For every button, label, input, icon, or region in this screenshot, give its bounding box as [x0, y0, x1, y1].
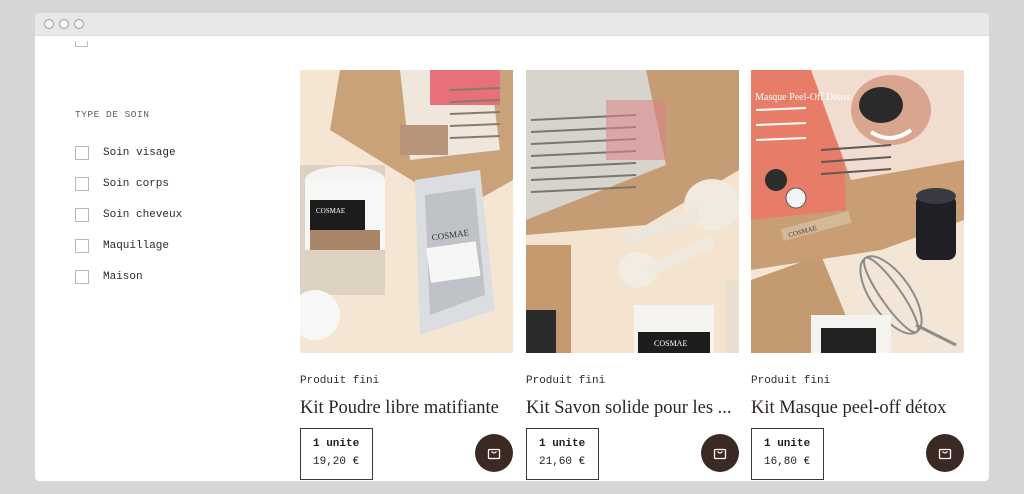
- close-window-icon[interactable]: [44, 19, 54, 29]
- quantity-price-selector[interactable]: 1 unite 19,20 €: [300, 428, 373, 480]
- filter-item-soin-visage[interactable]: Soin visage: [75, 137, 182, 168]
- filter-item-maquillage[interactable]: Maquillage: [75, 230, 182, 261]
- product-name[interactable]: Kit Masque peel-off détox: [751, 398, 964, 419]
- quantity-label: 1 unite: [313, 438, 360, 450]
- checkbox[interactable]: [75, 269, 89, 284]
- add-to-cart-button[interactable]: [475, 434, 513, 472]
- product-category: Produit fini: [751, 375, 831, 387]
- page-content: TYPE DE SOIN Soin visage Soin corps Soin…: [35, 36, 989, 481]
- minimize-window-icon[interactable]: [59, 19, 69, 29]
- previous-filter-checkbox-partial[interactable]: [75, 41, 88, 47]
- shopping-bag-icon: [938, 448, 952, 460]
- shopping-bag-icon: [713, 448, 727, 460]
- checkbox[interactable]: [75, 207, 89, 222]
- price: 19,20 €: [313, 456, 360, 468]
- product-category: Produit fini: [526, 375, 606, 387]
- kit-masque-detox-photo[interactable]: Masque Peel-Off Détox COSMAE: [751, 70, 964, 353]
- quantity-label: 1 unite: [764, 438, 811, 450]
- kit2-jar-label: COSMAE: [654, 339, 687, 348]
- checkbox[interactable]: [75, 238, 89, 253]
- browser-window: TYPE DE SOIN Soin visage Soin corps Soin…: [35, 13, 989, 481]
- filter-item-soin-cheveux[interactable]: Soin cheveux: [75, 199, 182, 230]
- quantity-label: 1 unite: [539, 438, 586, 450]
- kit-poudre-libre-photo[interactable]: COSMAE COSMAE: [300, 70, 513, 353]
- checkbox[interactable]: [75, 145, 89, 160]
- kit-savon-solide-photo[interactable]: COSMAE: [526, 70, 739, 353]
- product-name[interactable]: Kit Poudre libre matifiante: [300, 398, 513, 419]
- filter-item-maison[interactable]: Maison: [75, 261, 182, 292]
- checkbox[interactable]: [75, 176, 89, 191]
- product-name[interactable]: Kit Savon solide pour les ...: [526, 398, 739, 419]
- title-bar: [35, 13, 989, 36]
- filter-list: Soin visage Soin corps Soin cheveux Maqu…: [75, 137, 182, 292]
- product-card[interactable]: Masque Peel-Off Détox COSMAE Produit fin…: [751, 70, 964, 481]
- add-to-cart-button[interactable]: [926, 434, 964, 472]
- filter-sidebar: TYPE DE SOIN Soin visage Soin corps Soin…: [75, 36, 275, 481]
- price: 21,60 €: [539, 456, 586, 468]
- shopping-bag-icon: [487, 448, 501, 460]
- kit3-box-title: Masque Peel-Off Détox: [755, 92, 850, 103]
- kit1-jar-label: COSMAE: [316, 207, 345, 215]
- quantity-price-selector[interactable]: 1 unite 16,80 €: [751, 428, 824, 480]
- filter-label[interactable]: Soin cheveux: [103, 209, 182, 221]
- add-to-cart-button[interactable]: [701, 434, 739, 472]
- quantity-price-selector[interactable]: 1 unite 21,60 €: [526, 428, 599, 480]
- filter-item-soin-corps[interactable]: Soin corps: [75, 168, 182, 199]
- product-card[interactable]: COSMAE COSMAE Produit fini Kit Poudre li…: [300, 70, 513, 481]
- filter-label[interactable]: Soin visage: [103, 147, 176, 159]
- maximize-window-icon[interactable]: [74, 19, 84, 29]
- filter-label[interactable]: Soin corps: [103, 178, 169, 190]
- product-category: Produit fini: [300, 375, 380, 387]
- product-card[interactable]: COSMAE Produit fini Kit Savon solide pou…: [526, 70, 739, 481]
- filter-section-title: TYPE DE SOIN: [75, 109, 150, 120]
- price: 16,80 €: [764, 456, 811, 468]
- filter-label[interactable]: Maison: [103, 271, 143, 283]
- filter-label[interactable]: Maquillage: [103, 240, 169, 252]
